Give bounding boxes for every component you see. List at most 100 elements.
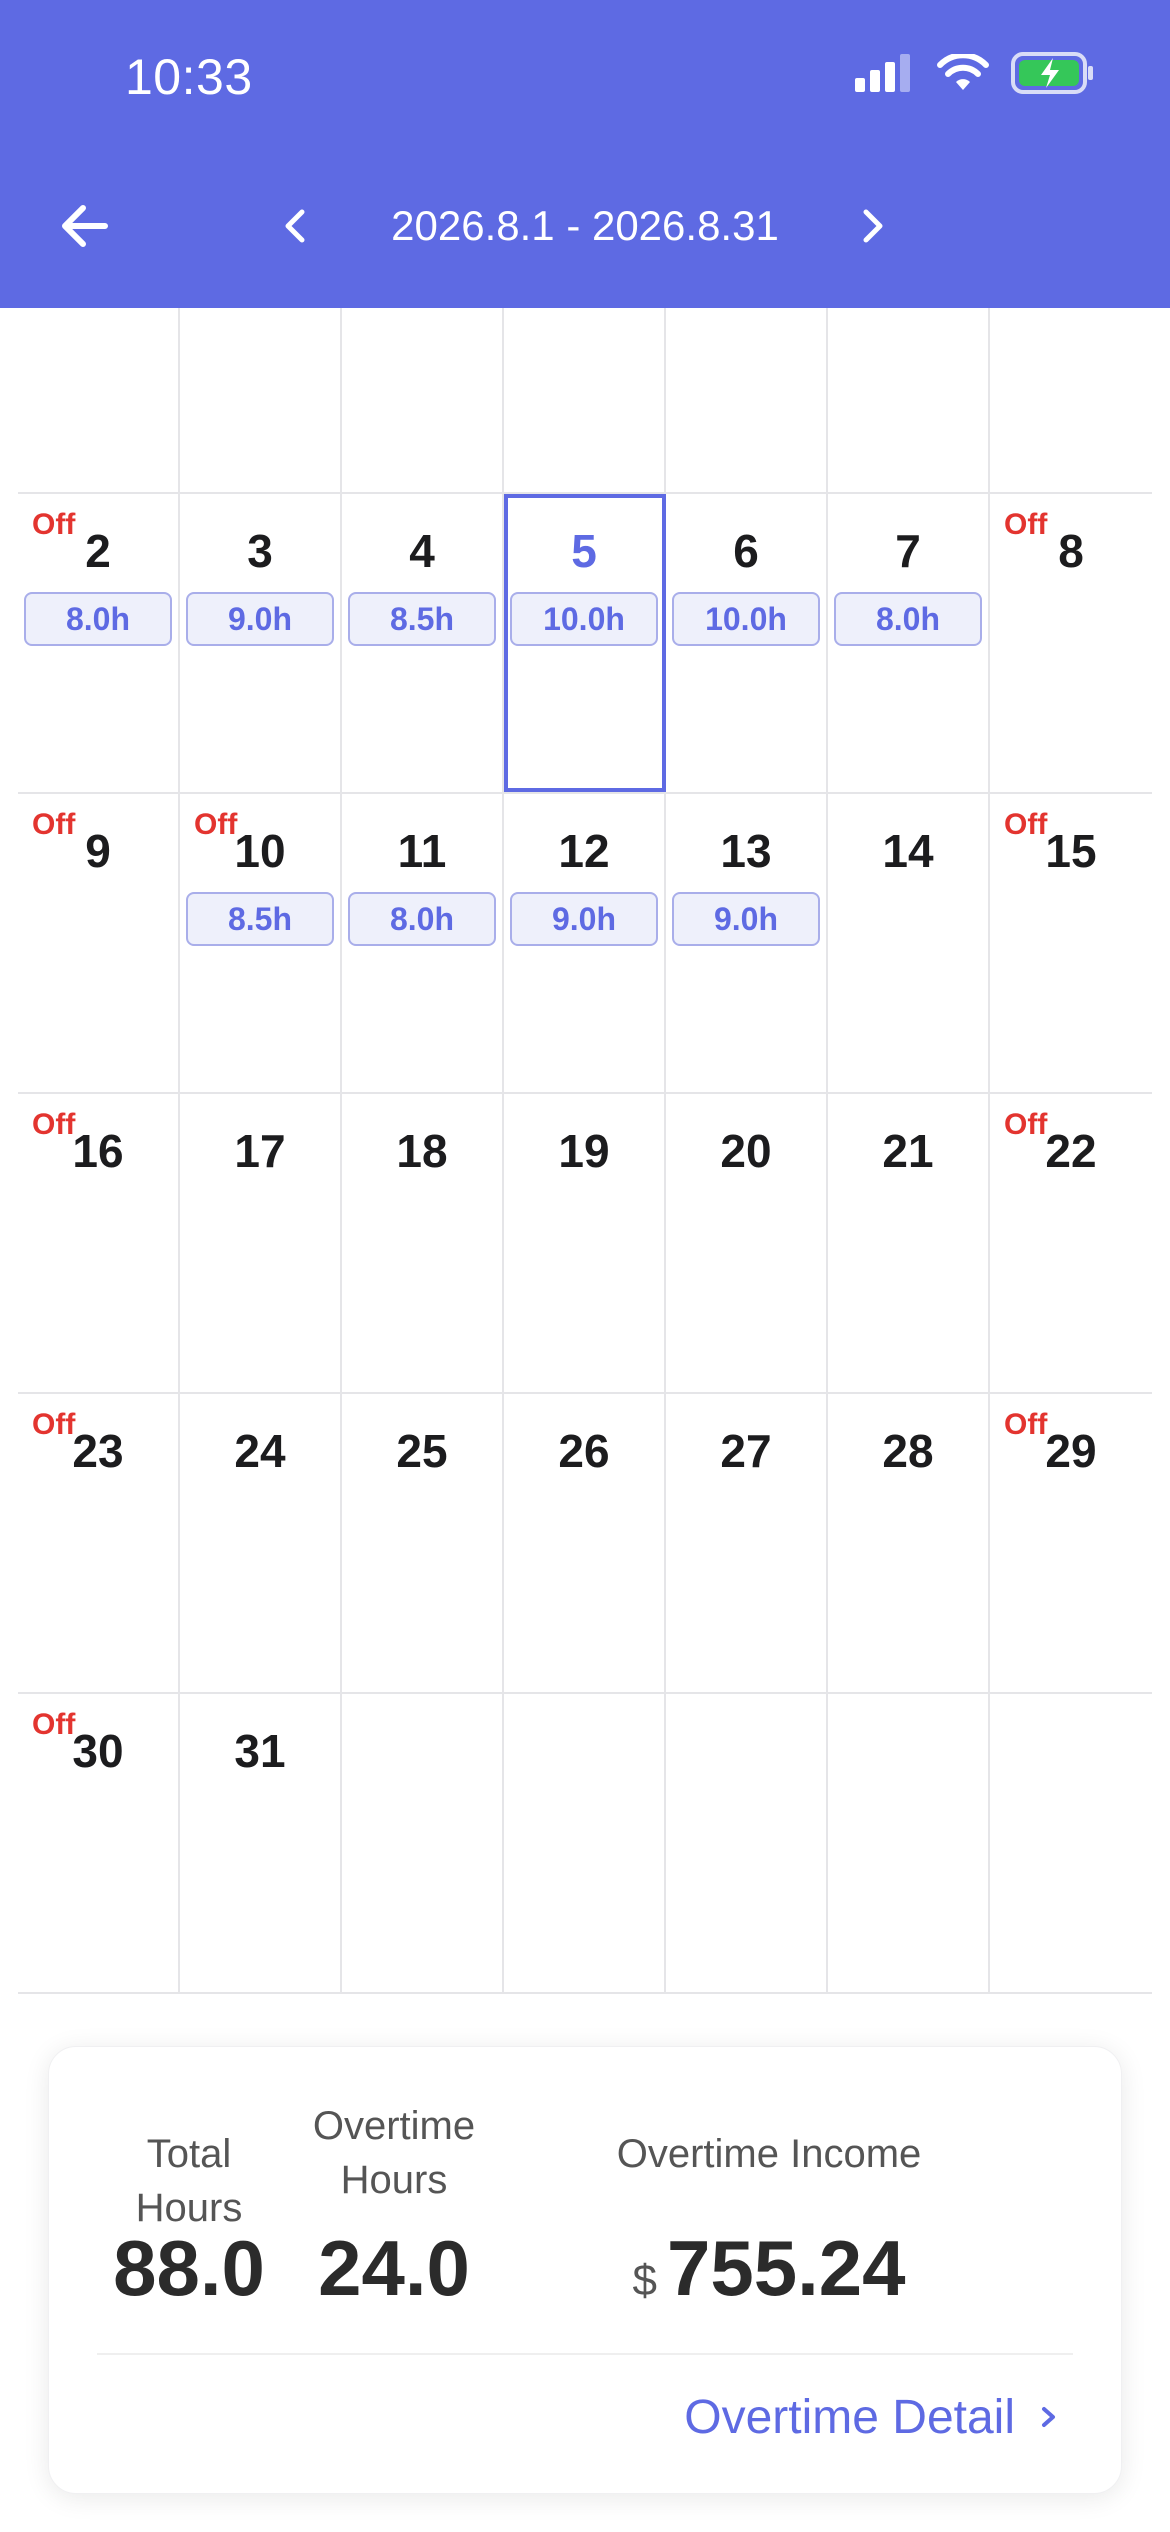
calendar-day-cell[interactable]: Off 29 — [990, 1394, 1152, 1692]
calendar-week: Off 9 Off 10 8.5h 11 8.0h 12 9.0h 13 9.0h 14 Off 15 — [18, 794, 1152, 1094]
day-number: 8 — [1058, 525, 1084, 577]
hours-badge: 10.0h — [672, 592, 820, 646]
day-number: 28 — [882, 1425, 934, 1477]
day-number: 25 — [396, 1425, 448, 1477]
summary-divider — [97, 2353, 1073, 2355]
overtime-hours-value: 24.0 — [318, 2224, 470, 2312]
overtime-income-amount: $755.24 — [589, 2223, 949, 2314]
calendar-day-cell[interactable]: 14 — [828, 794, 990, 1092]
day-number: 20 — [720, 1125, 772, 1177]
day-number: 18 — [396, 1125, 448, 1177]
day-number: 9 — [85, 825, 111, 877]
calendar-day-cell[interactable]: 19 — [504, 1094, 666, 1392]
calendar-day-cell[interactable]: 31 — [180, 1694, 342, 1992]
cellular-signal-icon — [855, 54, 910, 92]
hours-badge: 8.5h — [186, 892, 334, 946]
calendar-day-cell[interactable]: 26 — [504, 1394, 666, 1692]
day-number: 4 — [409, 525, 435, 577]
calendar-day-cell[interactable]: 20 — [666, 1094, 828, 1392]
hours-badge: 8.0h — [348, 892, 496, 946]
calendar-day-cell[interactable]: 6 10.0h — [666, 494, 828, 792]
next-month-chevron-icon[interactable] — [852, 196, 896, 256]
calendar-empty-cell — [180, 308, 342, 492]
hours-badge: 9.0h — [510, 892, 658, 946]
day-number: 22 — [1045, 1125, 1097, 1177]
previous-month-chevron-icon[interactable] — [272, 196, 316, 256]
overtime-hours-label-line2: Hours — [340, 2158, 448, 2202]
calendar-day-cell[interactable]: Off 15 — [990, 794, 1152, 1092]
calendar-empty-cell — [666, 308, 828, 492]
hours-badge: 9.0h — [672, 892, 820, 946]
overtime-income-value: 755.24 — [666, 2224, 906, 2312]
calendar-day-cell[interactable]: 28 — [828, 1394, 990, 1692]
calendar-day-cell[interactable]: 13 9.0h — [666, 794, 828, 1092]
calendar-day-cell[interactable]: 11 8.0h — [342, 794, 504, 1092]
calendar-week: Off 16 17 18 19 20 21 Off 22 — [18, 1094, 1152, 1394]
day-number: 16 — [72, 1125, 124, 1177]
overtime-detail-link[interactable]: Overtime Detail — [684, 2377, 1061, 2457]
calendar-day-cell[interactable]: 21 — [828, 1094, 990, 1392]
hours-badge: 8.5h — [348, 592, 496, 646]
calendar-day-cell[interactable]: 3 9.0h — [180, 494, 342, 792]
overtime-detail-label: Overtime Detail — [684, 2390, 1015, 2444]
day-number: 12 — [558, 825, 610, 877]
calendar-empty-cell — [504, 308, 666, 492]
calendar-day-cell[interactable]: 25 — [342, 1394, 504, 1692]
calendar-week-empty — [18, 308, 1152, 494]
day-number: 10 — [234, 825, 286, 877]
battery-charging-icon — [1011, 52, 1093, 94]
day-number: 2 — [85, 525, 111, 577]
day-number: 6 — [733, 525, 759, 577]
calendar-day-cell[interactable]: 12 9.0h — [504, 794, 666, 1092]
calendar-empty-cell — [342, 308, 504, 492]
total-hours-value: 88.0 — [113, 2224, 265, 2312]
calendar-day-cell[interactable]: 18 — [342, 1094, 504, 1392]
calendar-empty-cell — [18, 308, 180, 492]
back-arrow-icon[interactable] — [55, 196, 115, 256]
calendar-day-cell[interactable]: Off 22 — [990, 1094, 1152, 1392]
calendar-day-cell[interactable]: Off 23 — [18, 1394, 180, 1692]
day-number: 14 — [882, 825, 934, 877]
calendar-week: Off 30 31 — [18, 1694, 1152, 1994]
calendar-day-cell[interactable]: Off 10 8.5h — [180, 794, 342, 1092]
day-number: 29 — [1045, 1425, 1097, 1477]
currency-symbol: $ — [632, 2256, 657, 2305]
calendar-week: Off 23 24 25 26 27 28 Off 29 — [18, 1394, 1152, 1694]
hours-badge: 8.0h — [834, 592, 982, 646]
status-icons — [855, 52, 1095, 94]
overtime-income-label: Overtime Income — [616, 2132, 922, 2176]
calendar-week: Off 2 8.0h 3 9.0h 4 8.5h 5 10.0h 6 10.0h 7 8.0h Off 8 — [18, 494, 1152, 794]
status-time: 10:33 — [125, 49, 253, 105]
calendar-day-cell[interactable]: Off 8 — [990, 494, 1152, 792]
day-number: 24 — [234, 1425, 286, 1477]
selected-day-number: 5 — [571, 525, 597, 577]
day-number: 26 — [558, 1425, 610, 1477]
calendar-day-cell[interactable]: 5 10.0h — [504, 494, 666, 792]
calendar-day-cell[interactable]: 7 8.0h — [828, 494, 990, 792]
calendar-day-cell[interactable]: 27 — [666, 1394, 828, 1692]
day-number: 31 — [234, 1725, 286, 1777]
calendar-empty-cell — [504, 1694, 666, 1992]
calendar-empty-cell — [828, 308, 990, 492]
day-number: 11 — [397, 825, 447, 877]
day-number: 30 — [72, 1725, 124, 1777]
summary-card: Total Hours 88.0 Overtime Hours 24.0 Ove… — [48, 2046, 1122, 2494]
calendar-day-cell[interactable]: Off 16 — [18, 1094, 180, 1392]
calendar-day-cell[interactable]: 24 — [180, 1394, 342, 1692]
overtime-hours-label: Overtime Hours — [299, 2099, 489, 2207]
day-number: 19 — [558, 1125, 610, 1177]
day-number: 7 — [895, 525, 921, 577]
day-number: 23 — [72, 1425, 124, 1477]
calendar-empty-cell — [990, 1694, 1152, 1992]
hours-badge: 8.0h — [24, 592, 172, 646]
day-number: 13 — [720, 825, 772, 877]
calendar-day-cell[interactable]: Off 9 — [18, 794, 180, 1092]
calendar-day-cell[interactable]: Off 2 8.0h — [18, 494, 180, 792]
day-number: 3 — [247, 525, 273, 577]
calendar-day-cell[interactable]: Off 30 — [18, 1694, 180, 1992]
calendar-day-cell[interactable]: 4 8.5h — [342, 494, 504, 792]
total-hours-label: Total Hours — [135, 2132, 243, 2230]
wifi-icon — [937, 54, 989, 90]
calendar-day-cell[interactable]: 17 — [180, 1094, 342, 1392]
hours-badge: 10.0h — [510, 592, 658, 646]
